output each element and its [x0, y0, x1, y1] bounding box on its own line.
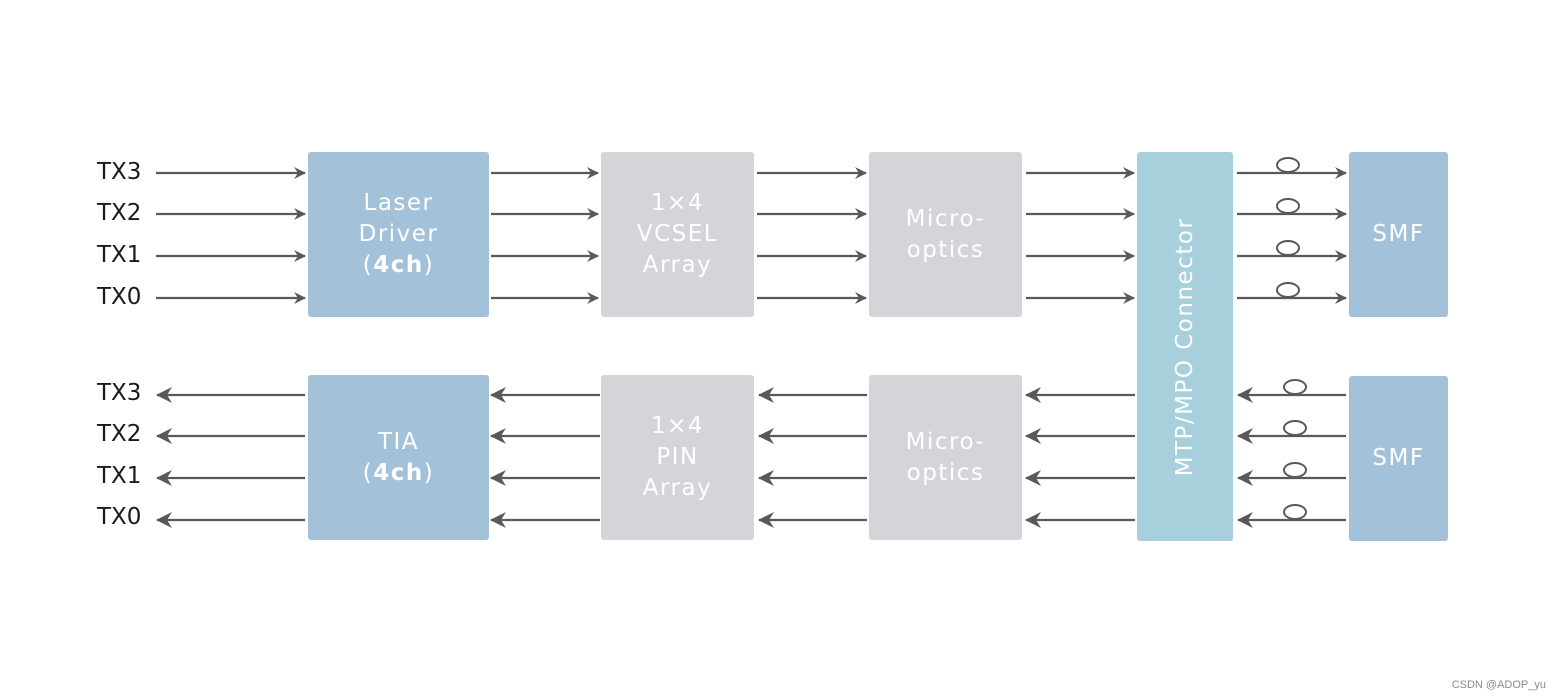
channel-count: 4ch — [373, 459, 424, 486]
block-label-line: SMF — [1372, 221, 1425, 247]
channel-count: 4ch — [373, 252, 424, 278]
block-label-line: (4ch) — [362, 459, 435, 486]
vcsel-array-block: 1×4 VCSEL Array — [601, 152, 754, 317]
tx-input-label: TX3 — [97, 159, 142, 185]
rx-output-label: TX1 — [97, 463, 142, 489]
rx-output-label: TX2 — [97, 421, 142, 447]
fiber-loop-icon — [1276, 157, 1300, 173]
block-label-line: Laser — [363, 190, 434, 216]
tia-block: TIA (4ch) — [308, 375, 489, 540]
block-label-line: TIA — [377, 428, 420, 455]
fiber-loop-icon — [1276, 198, 1300, 214]
connector-label: MTP/MPO Connector — [1172, 217, 1198, 477]
fiber-loop-icon — [1276, 282, 1300, 298]
rx-output-label: TX0 — [97, 504, 142, 530]
smf-rx-block: SMF — [1349, 376, 1448, 541]
fiber-loop-icon — [1283, 504, 1307, 520]
block-label-line: VCSEL — [636, 221, 719, 247]
fiber-loop-icon — [1283, 420, 1307, 436]
block-label-line: PIN — [656, 444, 699, 470]
tx-input-label: TX1 — [97, 242, 142, 268]
block-label-line: Micro- — [905, 205, 986, 232]
smf-tx-block: SMF — [1349, 152, 1448, 317]
block-label-line: 1×4 — [650, 413, 705, 439]
block-label-line: optics — [906, 236, 985, 263]
micro-optics-rx-block: Micro- optics — [869, 375, 1022, 540]
tx-input-label: TX0 — [97, 284, 142, 310]
fiber-loop-icon — [1283, 462, 1307, 478]
mtp-mpo-connector-block: MTP/MPO Connector — [1137, 152, 1233, 541]
tx-input-label: TX2 — [97, 200, 142, 226]
pin-array-block: 1×4 PIN Array — [601, 375, 754, 540]
block-label-line: 1×4 — [650, 190, 705, 216]
block-label-line: SMF — [1372, 445, 1425, 471]
block-label-line: Array — [642, 475, 713, 501]
fiber-loop-icon — [1276, 240, 1300, 256]
fiber-loop-icon — [1283, 379, 1307, 395]
block-label-line: (4ch) — [362, 252, 435, 278]
block-label-line: Micro- — [905, 428, 986, 455]
block-label-line: Array — [642, 252, 713, 278]
micro-optics-tx-block: Micro- optics — [869, 152, 1022, 317]
watermark: CSDN @ADOP_yu — [1451, 679, 1546, 691]
block-label-line: Driver — [358, 221, 439, 247]
block-label-line: optics — [906, 459, 985, 486]
signal-wires — [156, 157, 1347, 528]
laser-driver-block: Laser Driver (4ch) — [308, 152, 489, 317]
rx-output-label: TX3 — [97, 380, 142, 406]
